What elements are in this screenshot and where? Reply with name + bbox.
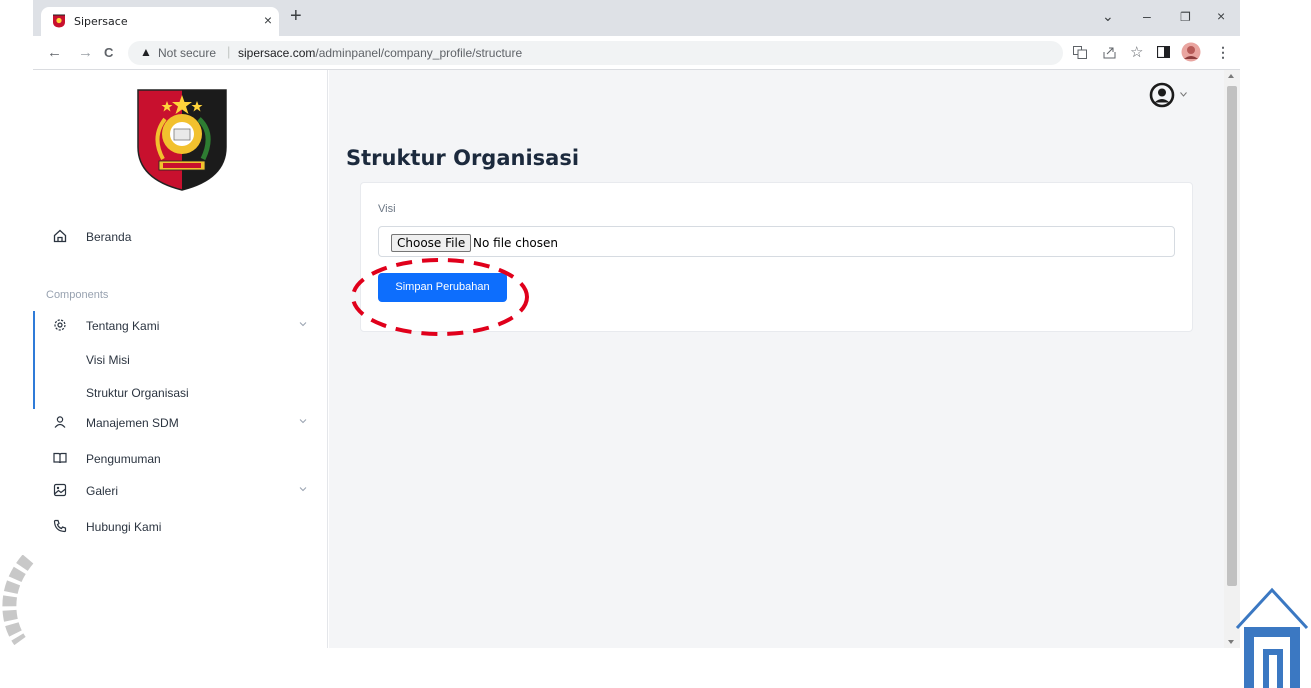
sidebar-item-galeri[interactable]: Galeri xyxy=(33,477,328,505)
sidebar-item-pengumuman[interactable]: Pengumuman xyxy=(33,445,328,473)
gear-icon xyxy=(54,319,66,331)
user-account-icon[interactable] xyxy=(1149,82,1175,108)
profile-avatar-icon[interactable] xyxy=(1181,42,1201,62)
home-icon xyxy=(53,229,67,243)
main-content: Struktur Organisasi Visi Choose File No … xyxy=(329,70,1224,648)
scroll-up-icon[interactable] xyxy=(1228,74,1234,78)
sidebar-item-label: Beranda xyxy=(86,230,132,244)
warning-icon[interactable]: ▲ xyxy=(140,45,152,59)
chevron-down-icon[interactable] xyxy=(1180,92,1187,97)
new-tab-button[interactable]: + xyxy=(290,5,302,28)
annotation-ellipse xyxy=(351,258,529,336)
scroll-thumb[interactable] xyxy=(1227,86,1237,586)
field-label: Visi xyxy=(378,203,396,215)
star-icon[interactable]: ☆ xyxy=(1130,43,1143,61)
page-title: Struktur Organisasi xyxy=(346,146,580,170)
phone-icon xyxy=(53,519,67,533)
minimize-button[interactable]: – xyxy=(1143,8,1151,24)
sidebar-item-label: Pengumuman xyxy=(86,452,161,466)
tab-title: Sipersace xyxy=(74,15,128,28)
browser-window: Sipersace × + ⌄ – ❐ × ← → C ▲ Not secure… xyxy=(33,0,1240,648)
decorative-bracket-icon xyxy=(2,555,34,645)
user-icon xyxy=(54,416,66,428)
url-host: sipersace.com xyxy=(238,46,316,60)
tab-strip: Sipersace × + ⌄ – ❐ × xyxy=(33,0,1240,36)
reload-button[interactable]: C xyxy=(104,45,113,60)
sidebar-item-label: Hubungi Kami xyxy=(86,520,162,534)
tab-close-icon[interactable]: × xyxy=(264,12,272,28)
sidebar-item-label: Manajemen SDM xyxy=(86,416,179,430)
house-outline-icon xyxy=(1235,587,1309,688)
book-icon xyxy=(53,452,67,464)
browser-toolbar: ← → C ▲ Not secure | sipersace.com/admin… xyxy=(33,36,1240,70)
section-label: Components xyxy=(46,289,109,301)
sidebar-item-beranda[interactable]: Beranda xyxy=(33,223,328,251)
share-icon[interactable] xyxy=(1103,46,1117,59)
image-icon xyxy=(53,483,67,497)
browser-tab[interactable]: Sipersace × xyxy=(41,7,279,36)
tab-search-icon[interactable]: ⌄ xyxy=(1102,8,1114,25)
back-button[interactable]: ← xyxy=(47,44,62,61)
sidepanel-icon[interactable] xyxy=(1157,46,1170,58)
address-bar[interactable]: ▲ Not secure | sipersace.com/adminpanel/… xyxy=(128,41,1063,65)
chevron-down-icon xyxy=(299,419,307,424)
url-text[interactable]: sipersace.com/adminpanel/company_profile… xyxy=(238,46,522,60)
security-label[interactable]: Not secure xyxy=(158,46,216,60)
sidebar-subitem-struktur-organisasi[interactable]: Struktur Organisasi xyxy=(86,386,189,400)
file-status: No file chosen xyxy=(473,236,559,250)
logo-emblem xyxy=(137,89,227,191)
address-divider: | xyxy=(227,44,231,59)
file-input[interactable]: Choose File No file chosen xyxy=(378,226,1175,257)
sidebar-item-label: Tentang Kami xyxy=(86,319,160,333)
favicon-icon xyxy=(53,14,65,28)
chevron-down-icon xyxy=(299,322,307,327)
more-icon[interactable]: ⋮ xyxy=(1216,44,1230,61)
translate-icon[interactable] xyxy=(1073,46,1087,59)
close-window-button[interactable]: × xyxy=(1217,8,1225,24)
restore-button[interactable]: ❐ xyxy=(1180,10,1191,24)
forward-button[interactable]: → xyxy=(78,44,93,61)
sidebar-item-tentang-kami[interactable]: Tentang Kami xyxy=(33,312,328,340)
scrollbar[interactable] xyxy=(1224,70,1240,648)
sidebar-item-manajemen-sdm[interactable]: Manajemen SDM xyxy=(33,409,328,437)
sidebar-item-label: Galeri xyxy=(86,484,119,498)
sidebar-item-hubungi-kami[interactable]: Hubungi Kami xyxy=(33,513,328,541)
sidebar: Beranda Components Tentang Kami Visi Mis… xyxy=(33,70,328,648)
chevron-down-icon xyxy=(299,487,307,492)
url-path: /adminpanel/company_profile/structure xyxy=(315,46,523,60)
sidebar-subitem-visi-misi[interactable]: Visi Misi xyxy=(86,353,130,367)
choose-file-button[interactable]: Choose File xyxy=(391,234,472,252)
